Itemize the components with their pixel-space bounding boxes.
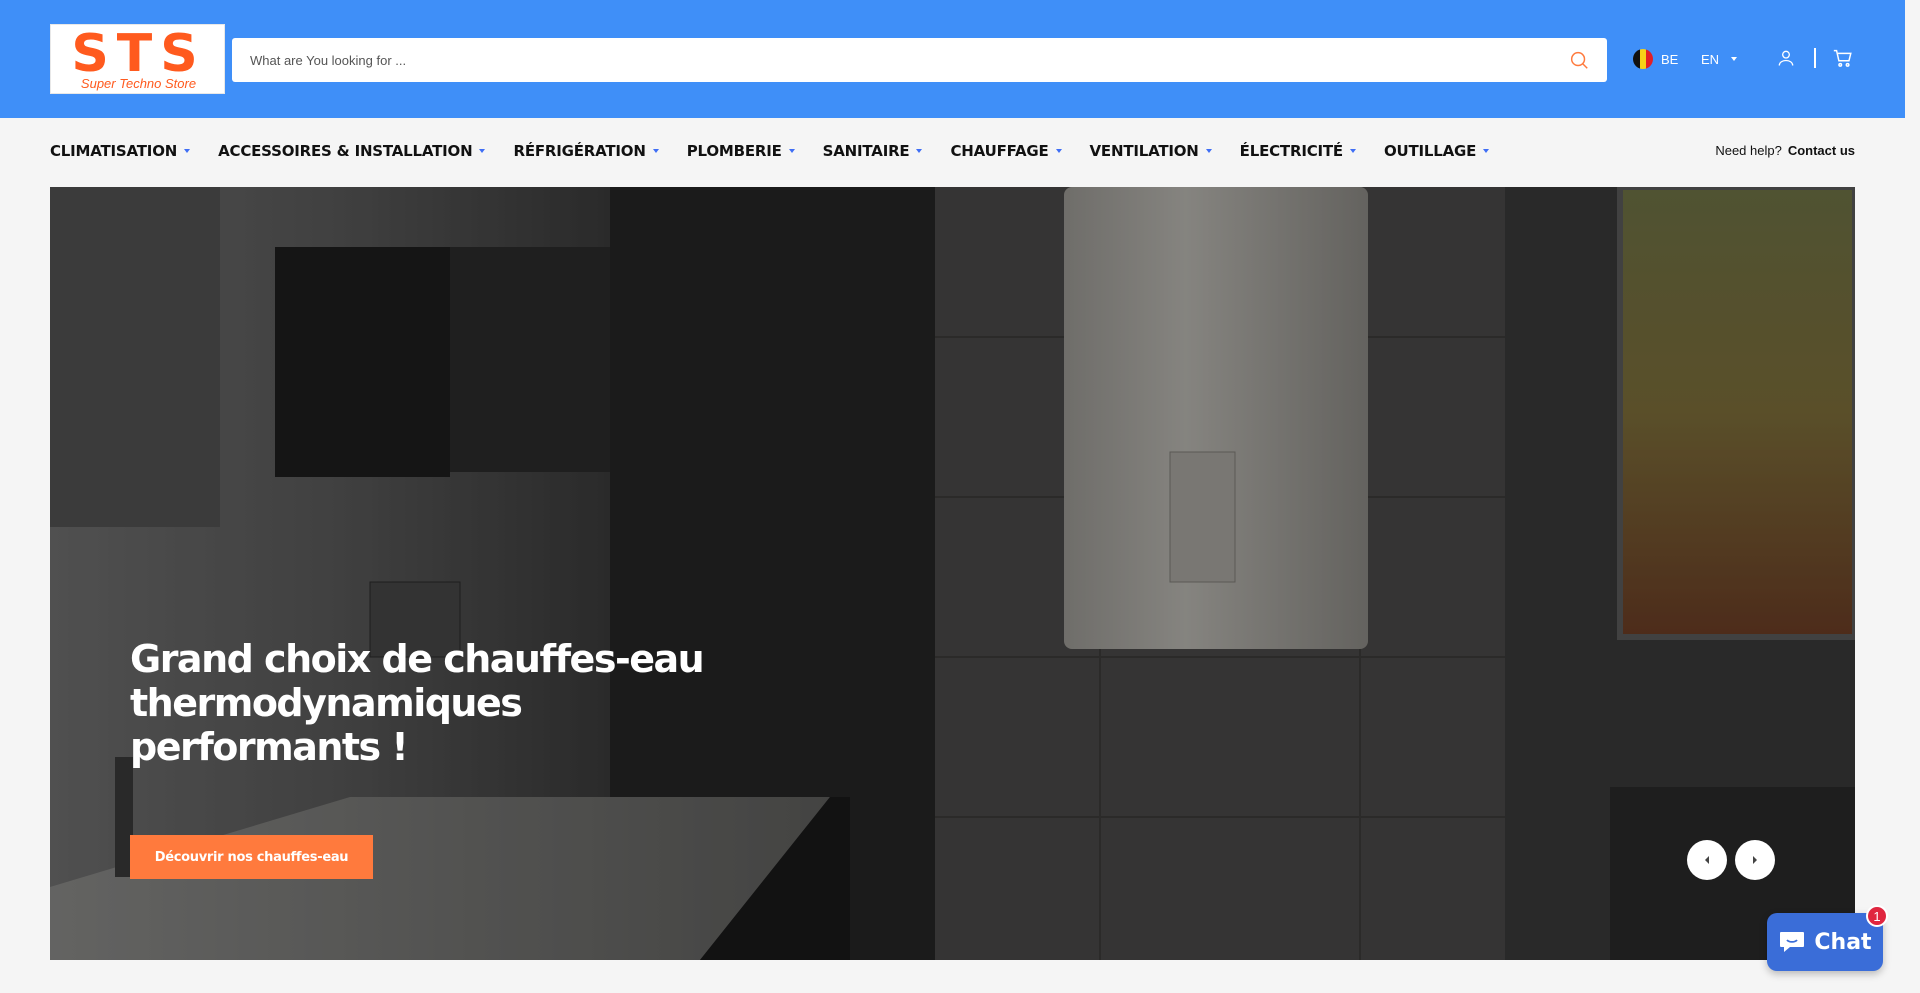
nav-item-ventilation[interactable]: VENTILATION bbox=[1090, 142, 1212, 160]
language-selector[interactable]: EN bbox=[1701, 47, 1738, 71]
chevron-down-icon bbox=[1205, 149, 1212, 153]
nav-label: CLIMATISATION bbox=[50, 142, 178, 160]
language-code: EN bbox=[1701, 51, 1720, 67]
search-input[interactable] bbox=[232, 38, 1552, 82]
chat-bubble-icon bbox=[1780, 932, 1805, 952]
help-contact: Need help? Contact us bbox=[1715, 143, 1855, 158]
chevron-down-icon bbox=[1483, 149, 1490, 153]
hero-title: Grand choix de chauffes-eau thermodynami… bbox=[130, 637, 705, 769]
belgium-flag-icon bbox=[1633, 49, 1653, 69]
nav-label: RÉFRIGÉRATION bbox=[513, 142, 646, 160]
chevron-down-icon bbox=[1349, 149, 1356, 153]
nav-item-climatisation[interactable]: CLIMATISATION bbox=[50, 142, 191, 160]
chevron-down-icon bbox=[1055, 149, 1062, 153]
nav-item-electricite[interactable]: ÉLECTRICITÉ bbox=[1240, 142, 1356, 160]
carousel-prev-button[interactable] bbox=[1687, 840, 1727, 880]
chevron-right-icon bbox=[1753, 856, 1757, 864]
store-logo[interactable]: STS Super Techno Store bbox=[50, 24, 225, 94]
nav-item-accessoires[interactable]: ACCESSOIRES & INSTALLATION bbox=[218, 142, 486, 160]
nav-item-plomberie[interactable]: PLOMBERIE bbox=[687, 142, 795, 160]
nav-label: CHAUFFAGE bbox=[950, 142, 1049, 160]
country-code: BE bbox=[1661, 51, 1679, 67]
chevron-down-icon bbox=[1731, 57, 1738, 61]
chat-label: Chat bbox=[1814, 929, 1872, 955]
logo-subtitle: Super Techno Store bbox=[80, 76, 197, 91]
nav-label: SANITAIRE bbox=[822, 142, 910, 160]
nav-label: ÉLECTRICITÉ bbox=[1239, 142, 1343, 160]
chevron-left-icon bbox=[1705, 856, 1709, 864]
nav-item-sanitaire[interactable]: SANITAIRE bbox=[823, 142, 923, 160]
cart-icon[interactable] bbox=[1832, 47, 1854, 69]
help-text: Need help? bbox=[1715, 143, 1782, 158]
nav-label: OUTILLAGE bbox=[1383, 142, 1477, 160]
chat-button[interactable]: Chat bbox=[1767, 913, 1883, 971]
country-selector[interactable]: BE bbox=[1633, 47, 1678, 71]
nav-label: ACCESSOIRES & INSTALLATION bbox=[218, 142, 473, 160]
main-navigation: CLIMATISATION ACCESSOIRES & INSTALLATION… bbox=[50, 140, 1517, 162]
chevron-down-icon bbox=[788, 149, 795, 153]
site-header: STS Super Techno Store BE EN bbox=[0, 0, 1905, 118]
nav-item-refrigeration[interactable]: RÉFRIGÉRATION bbox=[513, 142, 659, 160]
chevron-down-icon bbox=[479, 149, 486, 153]
nav-item-outillage[interactable]: OUTILLAGE bbox=[1383, 142, 1490, 160]
user-icon[interactable] bbox=[1776, 47, 1796, 69]
search-icon[interactable] bbox=[1568, 49, 1590, 71]
logo-mark: STS bbox=[71, 24, 206, 84]
discover-water-heaters-button[interactable]: Découvrir nos chauffes-eau bbox=[130, 835, 373, 879]
carousel-next-button[interactable] bbox=[1735, 840, 1775, 880]
chevron-down-icon bbox=[184, 149, 191, 153]
chevron-down-icon bbox=[652, 149, 659, 153]
contact-us-link[interactable]: Contact us bbox=[1788, 143, 1855, 158]
chevron-down-icon bbox=[916, 149, 923, 153]
hero-banner: Grand choix de chauffes-eau thermodynami… bbox=[50, 187, 1855, 960]
nav-item-chauffage[interactable]: CHAUFFAGE bbox=[950, 142, 1062, 160]
search-bar bbox=[232, 38, 1607, 82]
nav-label: PLOMBERIE bbox=[686, 142, 782, 160]
header-divider bbox=[1814, 48, 1816, 68]
nav-label: VENTILATION bbox=[1089, 142, 1199, 160]
chat-notification-badge: 1 bbox=[1866, 905, 1888, 927]
